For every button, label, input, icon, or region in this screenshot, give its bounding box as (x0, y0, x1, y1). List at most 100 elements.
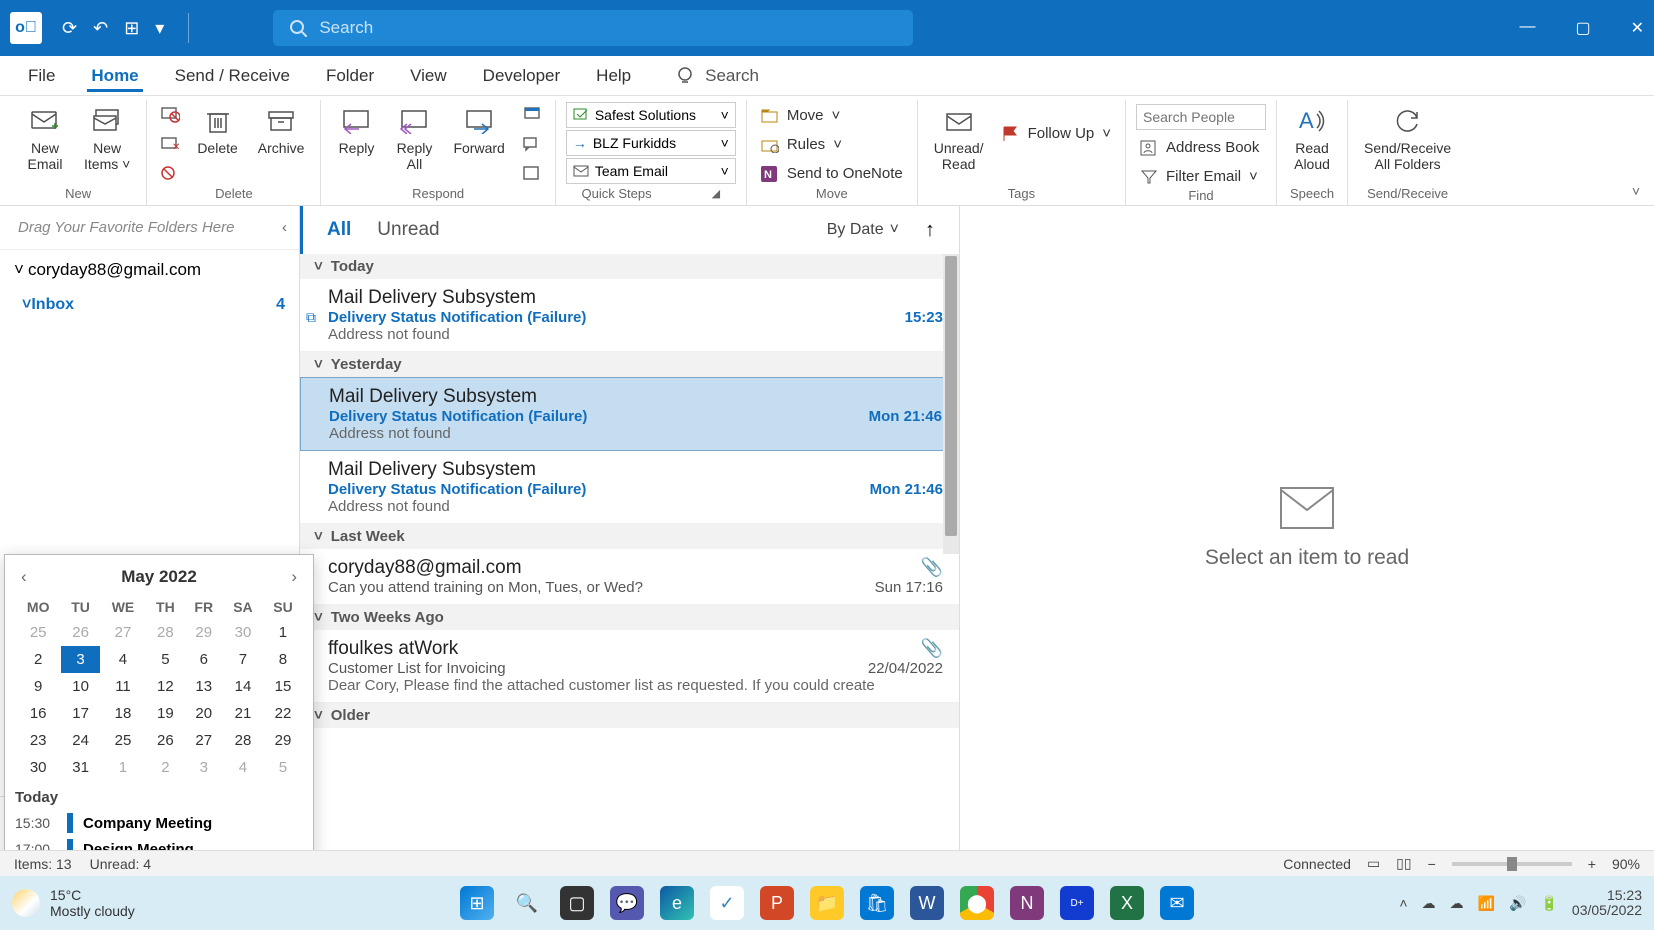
forward-button[interactable]: Forward (447, 102, 510, 160)
date-group-twoweeks[interactable]: ˅ Two Weeks Ago (300, 605, 959, 630)
message-item[interactable]: ⧉ Mail Delivery Subsystem Delivery Statu… (300, 279, 959, 352)
folder-inbox[interactable]: ˅Inbox4 (0, 290, 299, 320)
delete-button[interactable]: Delete (191, 102, 243, 160)
send-receive-all-button[interactable]: Send/Receive All Folders (1358, 102, 1457, 176)
filter-email-button[interactable]: Filter Email ˅ (1136, 165, 1266, 188)
sort-by-date[interactable]: By Date ˅ (827, 221, 899, 239)
ignore-button[interactable] (157, 102, 183, 126)
appointment-item[interactable]: 17:00Design Meeting (15, 836, 303, 850)
search-people-input[interactable] (1136, 104, 1266, 130)
date-group-yesterday[interactable]: ˅ Yesterday (300, 352, 959, 377)
calendar-today[interactable]: 3 (61, 646, 99, 673)
zoom-out-icon[interactable]: − (1428, 856, 1436, 872)
date-group-today[interactable]: ˅ Today (300, 254, 959, 279)
tab-view[interactable]: View (406, 60, 451, 92)
reply-all-button[interactable]: Reply All (389, 102, 439, 176)
send-to-onenote-button[interactable]: NSend to OneNote (757, 162, 907, 185)
follow-up-button[interactable]: Follow Up ˅ (998, 122, 1115, 145)
group-find-label: Find (1188, 188, 1213, 205)
todo-icon[interactable]: ✓ (710, 886, 744, 920)
word-icon[interactable]: W (910, 886, 944, 920)
tab-folder[interactable]: Folder (322, 60, 378, 92)
quickstep-1[interactable]: Safest Solutions˅ (566, 102, 736, 128)
address-book-button[interactable]: Address Book (1136, 136, 1266, 159)
global-search[interactable] (273, 10, 913, 46)
appointment-item[interactable]: 15:30Company Meeting (15, 810, 303, 836)
tray-battery-icon[interactable]: 🔋 (1540, 895, 1557, 912)
quick-steps-gallery[interactable]: Safest Solutions˅ →BLZ Furkidds˅ Team Em… (566, 102, 736, 186)
date-group-lastweek[interactable]: ˅ Last Week (300, 524, 959, 549)
filter-unread[interactable]: Unread (377, 219, 439, 241)
quickstep-3[interactable]: Team Email˅ (566, 158, 736, 184)
powerpoint-icon[interactable]: P (760, 886, 794, 920)
sync-icon[interactable]: ⟳ (62, 18, 77, 39)
archive-button[interactable]: Archive (252, 102, 311, 160)
new-items-button[interactable]: New Items ˅ (78, 102, 136, 176)
collapse-folder-pane-icon[interactable]: ‹ (282, 219, 287, 236)
message-item[interactable]: Mail Delivery Subsystem Delivery Status … (300, 451, 959, 524)
tray-onedrive-icon[interactable]: ☁ (1422, 895, 1436, 912)
new-email-button[interactable]: New Email (20, 102, 70, 176)
tray-wifi-icon[interactable]: 📶 (1478, 895, 1495, 912)
taskbar-weather[interactable]: 15°CMostly cloudy (12, 887, 135, 919)
qat-dropdown-icon[interactable]: ▾ (155, 18, 164, 39)
quickstep-2[interactable]: →BLZ Furkidds˅ (566, 130, 736, 156)
onenote-icon[interactable]: N (1010, 886, 1044, 920)
tab-file[interactable]: File (24, 60, 59, 92)
maximize-icon[interactable]: ▢ (1575, 18, 1590, 38)
view-normal-icon[interactable]: ▭ (1367, 855, 1380, 872)
search-input[interactable] (319, 18, 897, 38)
tell-me[interactable]: Search (675, 66, 759, 86)
move-button[interactable]: Move ˅ (757, 104, 907, 127)
disney-icon[interactable]: D+ (1060, 886, 1094, 920)
tray-volume-icon[interactable]: 🔊 (1509, 895, 1526, 912)
next-month-icon[interactable]: › (291, 567, 297, 587)
favorites-dropzone[interactable]: Drag Your Favorite Folders Here‹ (0, 206, 299, 250)
tab-developer[interactable]: Developer (479, 60, 565, 92)
outlook-taskbar-icon[interactable]: ✉ (1160, 886, 1194, 920)
explorer-icon[interactable]: 📁 (810, 886, 844, 920)
start-icon[interactable]: ⊞ (460, 886, 494, 920)
scrollbar[interactable] (943, 254, 959, 554)
junk-button[interactable] (157, 162, 183, 186)
message-item[interactable]: 📎 ffoulkes atWork Customer List for Invo… (300, 630, 959, 703)
quicksteps-launcher-icon[interactable]: ◢ (712, 187, 720, 200)
tray-onedrive2-icon[interactable]: ☁ (1450, 895, 1464, 912)
account-header[interactable]: ˅coryday88@gmail.com (0, 250, 299, 290)
task-view-icon[interactable]: ▢ (560, 886, 594, 920)
chat-icon[interactable]: 💬 (610, 886, 644, 920)
close-icon[interactable]: ✕ (1631, 18, 1644, 38)
store-icon[interactable]: 🛍 (860, 886, 894, 920)
meeting-button[interactable] (519, 102, 545, 126)
scrollbar-thumb[interactable] (945, 256, 957, 536)
collapse-ribbon-icon[interactable]: ˅ (1632, 183, 1640, 199)
excel-icon[interactable]: X (1110, 886, 1144, 920)
chrome-icon[interactable]: ⬤ (960, 886, 994, 920)
rules-button[interactable]: Rules ˅ (757, 133, 907, 156)
cleanup-button[interactable]: ✕ (157, 132, 183, 156)
taskbar-clock[interactable]: 15:2303/05/2022 (1572, 888, 1642, 919)
tab-help[interactable]: Help (592, 60, 635, 92)
filter-all[interactable]: All (327, 219, 351, 241)
edge-icon[interactable]: e (660, 886, 694, 920)
view-reading-icon[interactable]: ▯▯ (1396, 855, 1411, 872)
taskbar-search-icon[interactable]: 🔍 (510, 886, 544, 920)
message-item[interactable]: 📎 coryday88@gmail.com Can you attend tra… (300, 549, 959, 605)
more-respond-button[interactable] (519, 162, 545, 186)
undo-icon[interactable]: ↶ (93, 18, 108, 39)
tab-sendreceive[interactable]: Send / Receive (171, 60, 294, 92)
zoom-in-icon[interactable]: + (1588, 856, 1596, 872)
zoom-slider[interactable] (1452, 862, 1572, 866)
message-item-selected[interactable]: Mail Delivery Subsystem Delivery Status … (300, 377, 959, 451)
date-group-older[interactable]: ˅ Older (300, 703, 959, 728)
read-aloud-button[interactable]: ARead Aloud (1287, 102, 1337, 176)
unread-read-button[interactable]: Unread/ Read (928, 102, 990, 176)
minimize-icon[interactable]: — (1519, 18, 1535, 38)
sort-direction-icon[interactable]: ↑ (925, 219, 935, 242)
prev-month-icon[interactable]: ‹ (21, 567, 27, 587)
tray-chevron-icon[interactable]: ˄ (1399, 895, 1407, 911)
reply-button[interactable]: Reply (331, 102, 381, 160)
tab-home[interactable]: Home (87, 60, 142, 92)
apps-icon[interactable]: ⊞ (124, 18, 139, 39)
forward-im-button[interactable] (519, 132, 545, 156)
